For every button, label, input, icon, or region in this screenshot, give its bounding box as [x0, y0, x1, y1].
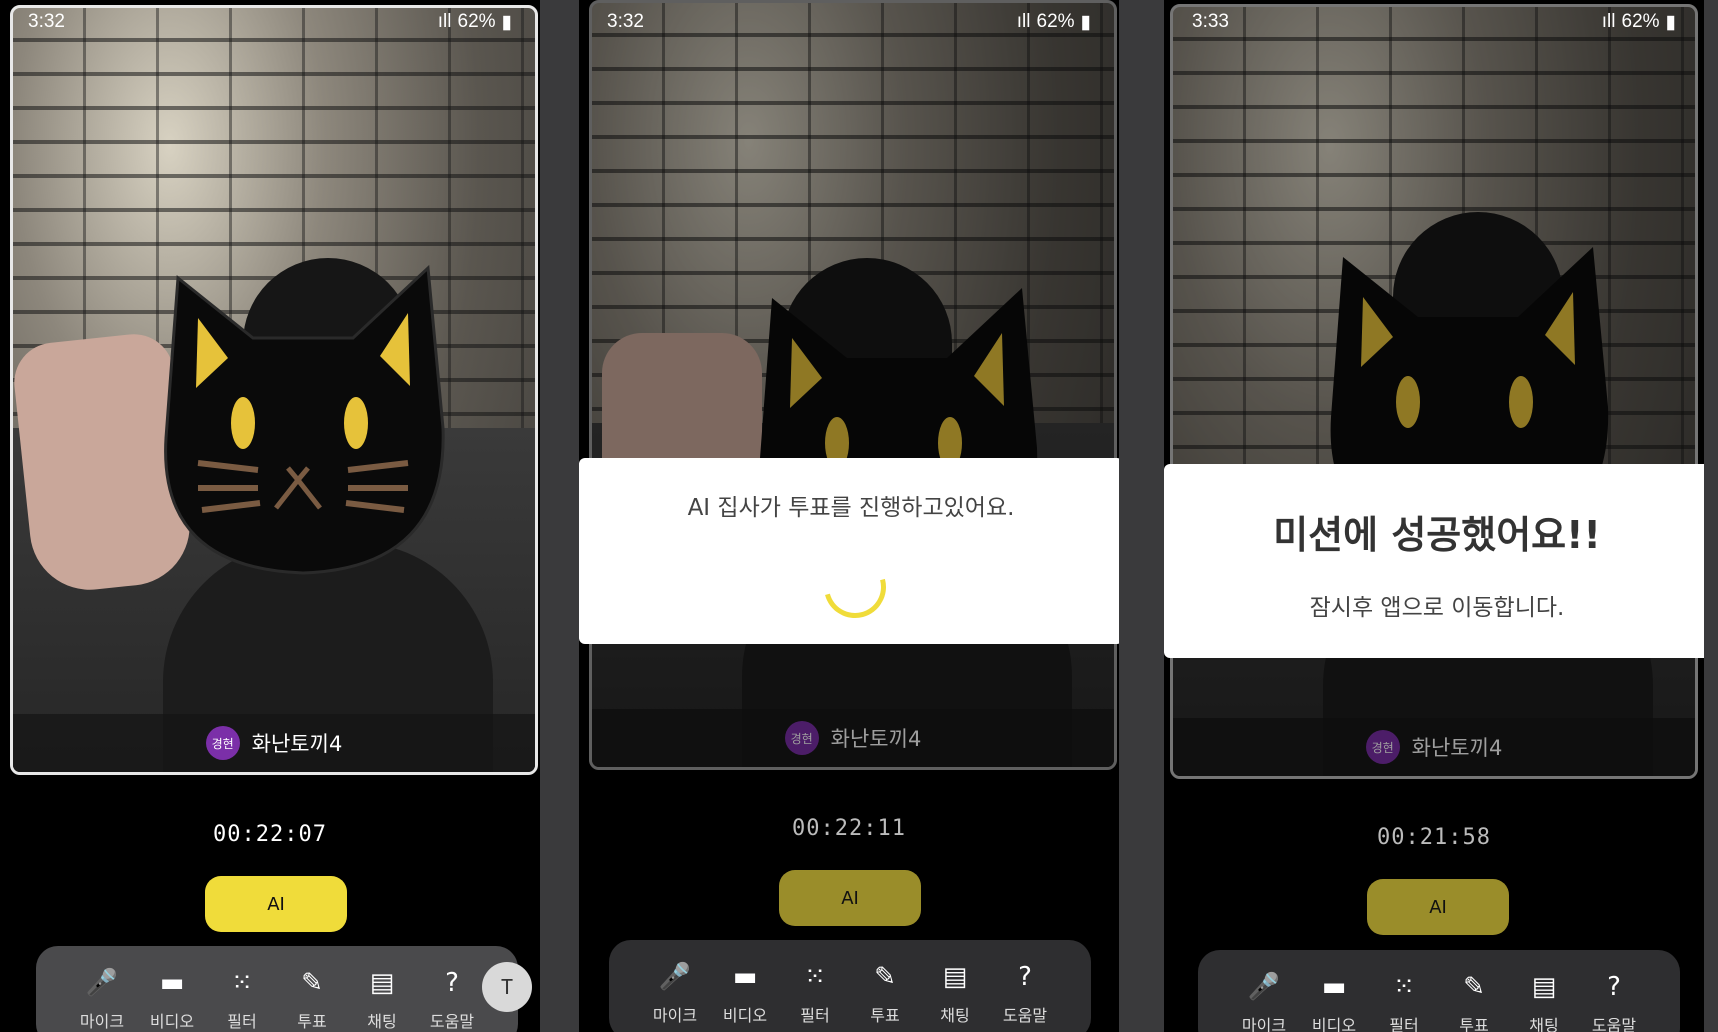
call-toolbar: 🎤 마이크 ▬ 비디오 ⁙ 필터 ✎ 투표 ▤ 채팅 ? 도움말	[36, 946, 518, 1032]
vote-icon: ✎	[1463, 972, 1485, 1002]
participant-nameplate: 경현 화난토끼4	[1173, 718, 1695, 776]
help-icon: ?	[1018, 962, 1032, 992]
toolbar-filter[interactable]: ⁙ 필터	[1374, 972, 1434, 1032]
video-feed: 경현 화난토끼4	[589, 0, 1117, 770]
avatar: 경현	[205, 726, 240, 760]
ai-button[interactable]: AI	[1367, 879, 1509, 935]
vote-icon: ✎	[874, 962, 896, 992]
toolbar-help[interactable]: ? 도움말	[995, 962, 1055, 1026]
success-title: 미션에 성공했어요!!	[1273, 513, 1601, 557]
loading-spinner-icon	[812, 544, 898, 630]
participant-name: 화난토끼4	[251, 732, 343, 756]
video-icon: ▬	[1321, 972, 1347, 1002]
toolbar-mic[interactable]: 🎤 마이크	[645, 962, 705, 1026]
battery-level: 62%	[457, 11, 496, 32]
video-feed: 경현 화난토끼4	[10, 5, 538, 775]
video-icon: ▬	[159, 968, 185, 998]
toolbar-video[interactable]: ▬ 비디오	[142, 968, 202, 1032]
participant-name: 화난토끼4	[830, 727, 922, 751]
toolbar-help[interactable]: ? 도움말	[422, 968, 482, 1032]
toolbar-chat[interactable]: ▤ 채팅	[352, 968, 412, 1032]
signal-icon: ıll	[1601, 11, 1616, 32]
success-subtitle: 잠시후 앱으로 이동합니다.	[1309, 595, 1565, 621]
help-icon: ?	[445, 968, 459, 998]
toolbar-vote[interactable]: ✎ 투표	[1444, 972, 1504, 1032]
chat-icon: ▤	[942, 962, 968, 992]
toolbar-mic[interactable]: 🎤 마이크	[1234, 972, 1294, 1032]
filter-icon: ⁙	[1393, 972, 1415, 1002]
mic-icon: 🎤	[85, 968, 119, 998]
signal-icon: ıll	[1016, 11, 1031, 32]
status-bar: 3:33 ıll 62% ▮	[1164, 6, 1704, 38]
battery-level: 62%	[1621, 11, 1660, 32]
toolbar-mic[interactable]: 🎤 마이크	[72, 968, 132, 1032]
ai-button[interactable]: AI	[779, 870, 921, 926]
mic-icon: 🎤	[658, 962, 692, 992]
screen-3: 3:33 ıll 62% ▮ 경현 화난토끼4 미션에 성공했어요!! 잠시후 앱으…	[1164, 0, 1704, 1032]
signal-icon: ıll	[437, 11, 452, 32]
toolbar-filter[interactable]: ⁙ 필터	[785, 962, 845, 1026]
mic-icon: 🎤	[1247, 972, 1281, 1002]
toolbar-video[interactable]: ▬ 비디오	[1304, 972, 1364, 1032]
toolbar-vote[interactable]: ✎ 투표	[282, 968, 342, 1032]
battery-icon: ▮	[1080, 11, 1091, 33]
participant-nameplate: 경현 화난토끼4	[13, 714, 535, 772]
toolbar-video[interactable]: ▬ 비디오	[715, 962, 775, 1026]
status-time: 3:32	[28, 11, 65, 32]
status-time: 3:33	[1192, 11, 1229, 32]
text-recognition-button[interactable]: T	[482, 962, 532, 1012]
status-bar: 3:32 ıll 62% ▮	[0, 6, 540, 38]
participant-nameplate: 경현 화난토끼4	[592, 709, 1114, 767]
battery-icon: ▮	[1665, 11, 1676, 33]
mission-success-dialog: 미션에 성공했어요!! 잠시후 앱으로 이동합니다.	[1164, 464, 1704, 658]
toolbar-vote[interactable]: ✎ 투표	[855, 962, 915, 1026]
countdown-timer: 00:21:58	[1377, 825, 1491, 850]
help-icon: ?	[1607, 972, 1621, 1002]
screen-1: 3:32 ıll 62% ▮ 경현 화난토끼4 00:22:07 AI 🎤 마이크 ▬…	[0, 0, 540, 1032]
battery-level: 62%	[1036, 11, 1075, 32]
filter-icon: ⁙	[231, 968, 253, 998]
cat-face-filter	[164, 264, 445, 575]
toolbar-chat[interactable]: ▤ 채팅	[1514, 972, 1574, 1032]
avatar: 경현	[784, 721, 819, 755]
video-icon: ▬	[732, 962, 758, 992]
countdown-timer: 00:22:07	[213, 822, 327, 847]
ai-button[interactable]: AI	[205, 876, 347, 932]
call-toolbar: 🎤 마이크 ▬ 비디오 ⁙ 필터 ✎ 투표 ▤ 채팅 ? 도움말	[1198, 950, 1680, 1032]
video-feed: 경현 화난토끼4	[1170, 4, 1698, 779]
toolbar-filter[interactable]: ⁙ 필터	[212, 968, 272, 1032]
chat-icon: ▤	[369, 968, 395, 998]
status-time: 3:32	[607, 11, 644, 32]
battery-icon: ▮	[501, 11, 512, 33]
participant-name: 화난토끼4	[1411, 736, 1503, 760]
voting-message: AI 집사가 투표를 진행하고있어요.	[687, 495, 1015, 521]
countdown-timer: 00:22:11	[792, 816, 906, 841]
call-toolbar: 🎤 마이크 ▬ 비디오 ⁙ 필터 ✎ 투표 ▤ 채팅 ? 도움말	[609, 940, 1091, 1032]
vote-icon: ✎	[301, 968, 323, 998]
toolbar-help[interactable]: ? 도움말	[1584, 972, 1644, 1032]
screen-2: 3:32 ıll 62% ▮ 경현 화난토끼4 AI 집사가 투표를 진행하고있어요…	[579, 0, 1119, 1032]
chat-icon: ▤	[1531, 972, 1557, 1002]
status-bar: 3:32 ıll 62% ▮	[579, 6, 1119, 38]
filter-icon: ⁙	[804, 962, 826, 992]
avatar: 경현	[1365, 730, 1400, 764]
toolbar-chat[interactable]: ▤ 채팅	[925, 962, 985, 1026]
voting-dialog: AI 집사가 투표를 진행하고있어요.	[579, 458, 1119, 644]
